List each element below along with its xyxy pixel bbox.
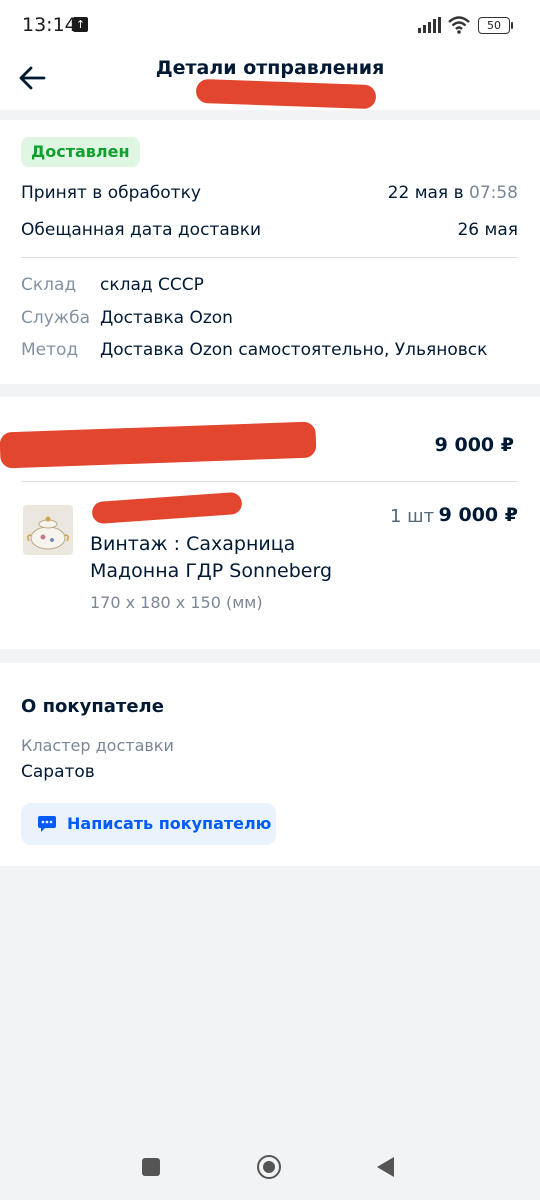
system-nav-bar [0,1132,540,1200]
accepted-value: 22 мая в 07:58 [388,183,518,203]
buyer-section-title: О покупателе [21,696,164,717]
redaction [195,78,377,110]
product-dimensions: 170 x 180 x 150 (мм) [90,593,263,612]
chat-bubble-icon [38,816,56,832]
item-price: 9 000 ₽ [438,504,518,526]
status-badge: Доставлен [21,137,140,167]
promised-date: 26 мая [457,220,518,240]
item-quantity: 1 шт [390,506,435,527]
service-label: Служба [21,308,91,328]
method-label: Метод [21,340,79,360]
status-time: 13:14 [22,14,77,36]
recent-apps-icon[interactable] [142,1158,160,1176]
warehouse-value: склад СССР [100,275,204,295]
redaction [0,421,317,469]
wifi-icon [448,16,470,34]
service-value: Доставка Ozon [100,308,233,328]
shipment-info-card: Доставлен Принят в обработку 22 мая в 07… [0,120,540,384]
product-name[interactable]: Винтаж : Сахарница Мадонна ГДР Sonneberg [90,531,390,585]
divider [22,481,518,482]
page-title: Детали отправления [155,57,385,79]
accepted-label: Принят в обработку [21,183,201,203]
promised-row: Обещанная дата доставки 26 мая [21,220,518,240]
buyer-card: О покупателе Кластер доставки Саратов На… [0,663,540,866]
signal-icon [418,17,441,33]
cluster-value: Саратов [21,762,95,782]
status-bar: 13:14 ↑ 50 [0,0,540,52]
sugar-bowl-image [23,505,73,555]
battery-icon: 50 [478,17,513,34]
upload-icon: ↑ [73,17,88,32]
message-buyer-label: Написать покупателю [67,814,272,833]
method-value: Доставка Ozon самостоятельно, Ульяновск [100,340,488,360]
product-thumbnail[interactable] [23,505,73,555]
app-bar: Детали отправления [0,52,540,110]
order-total: 9 000 ₽ [434,434,514,456]
message-buyer-button[interactable]: Написать покупателю [21,803,276,845]
order-card: 9 000 ₽ 1 шт 9 000 ₽ Винтаж : Сахарница … [0,397,540,649]
cluster-label: Кластер доставки [21,736,174,755]
promised-label: Обещанная дата доставки [21,220,262,240]
accepted-row: Принят в обработку 22 мая в 07:58 [21,183,518,203]
redaction [91,491,243,525]
warehouse-label: Склад [21,275,77,295]
divider [21,257,518,258]
accepted-time: 07:58 [469,183,518,203]
accepted-date: 22 мая в [387,183,469,203]
back-triangle-icon[interactable] [377,1157,394,1177]
home-icon[interactable] [257,1155,281,1179]
